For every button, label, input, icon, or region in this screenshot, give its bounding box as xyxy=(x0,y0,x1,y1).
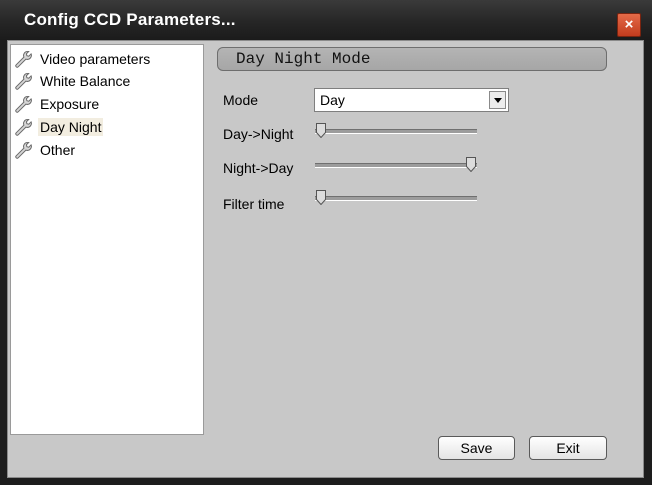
tree-item-label: Exposure xyxy=(40,96,100,112)
save-button[interactable]: Save xyxy=(438,436,515,460)
slider-track xyxy=(315,196,477,201)
category-tree: Video parameters White Balance Exposure … xyxy=(10,44,204,435)
night-day-slider[interactable] xyxy=(315,157,477,173)
tree-item-exposure[interactable]: Exposure xyxy=(14,94,101,114)
tree-item-label: Day Night xyxy=(38,118,104,136)
slider-track xyxy=(315,163,477,168)
mode-select-value: Day xyxy=(320,92,345,108)
tree-item-label: Video parameters xyxy=(40,51,151,67)
day-night-label: Day->Night xyxy=(223,126,294,142)
dialog-title: Config CCD Parameters... xyxy=(24,10,236,29)
day-night-slider[interactable] xyxy=(315,123,477,139)
exit-button[interactable]: Exit xyxy=(529,436,607,460)
config-ccd-dialog: Config CCD Parameters... × Video paramet… xyxy=(0,0,652,485)
mode-select[interactable]: Day xyxy=(314,88,509,112)
title-bar[interactable]: Config CCD Parameters... × xyxy=(0,0,652,40)
tree-item-white-balance[interactable]: White Balance xyxy=(14,71,132,91)
section-header: Day Night Mode xyxy=(217,47,607,71)
slider-thumb[interactable] xyxy=(316,123,326,138)
wrench-icon xyxy=(15,72,32,90)
close-button[interactable]: × xyxy=(617,13,641,37)
wrench-icon xyxy=(15,95,32,113)
tree-item-label: Other xyxy=(40,142,76,158)
wrench-icon xyxy=(15,50,32,68)
tree-item-day-night[interactable]: Day Night xyxy=(14,117,104,137)
filter-time-label: Filter time xyxy=(223,196,285,212)
tree-item-label: White Balance xyxy=(40,73,131,89)
slider-track xyxy=(315,129,477,134)
section-title: Day Night Mode xyxy=(236,50,371,68)
wrench-icon xyxy=(15,141,32,159)
tree-item-other[interactable]: Other xyxy=(14,140,77,160)
night-day-label: Night->Day xyxy=(223,160,294,176)
slider-thumb[interactable] xyxy=(316,190,326,205)
tree-item-video-parameters[interactable]: Video parameters xyxy=(14,49,152,69)
mode-label: Mode xyxy=(223,92,259,108)
filter-time-slider[interactable] xyxy=(315,190,477,206)
slider-thumb[interactable] xyxy=(466,157,476,172)
wrench-icon xyxy=(15,118,32,136)
dropdown-arrow-icon[interactable] xyxy=(489,91,506,109)
